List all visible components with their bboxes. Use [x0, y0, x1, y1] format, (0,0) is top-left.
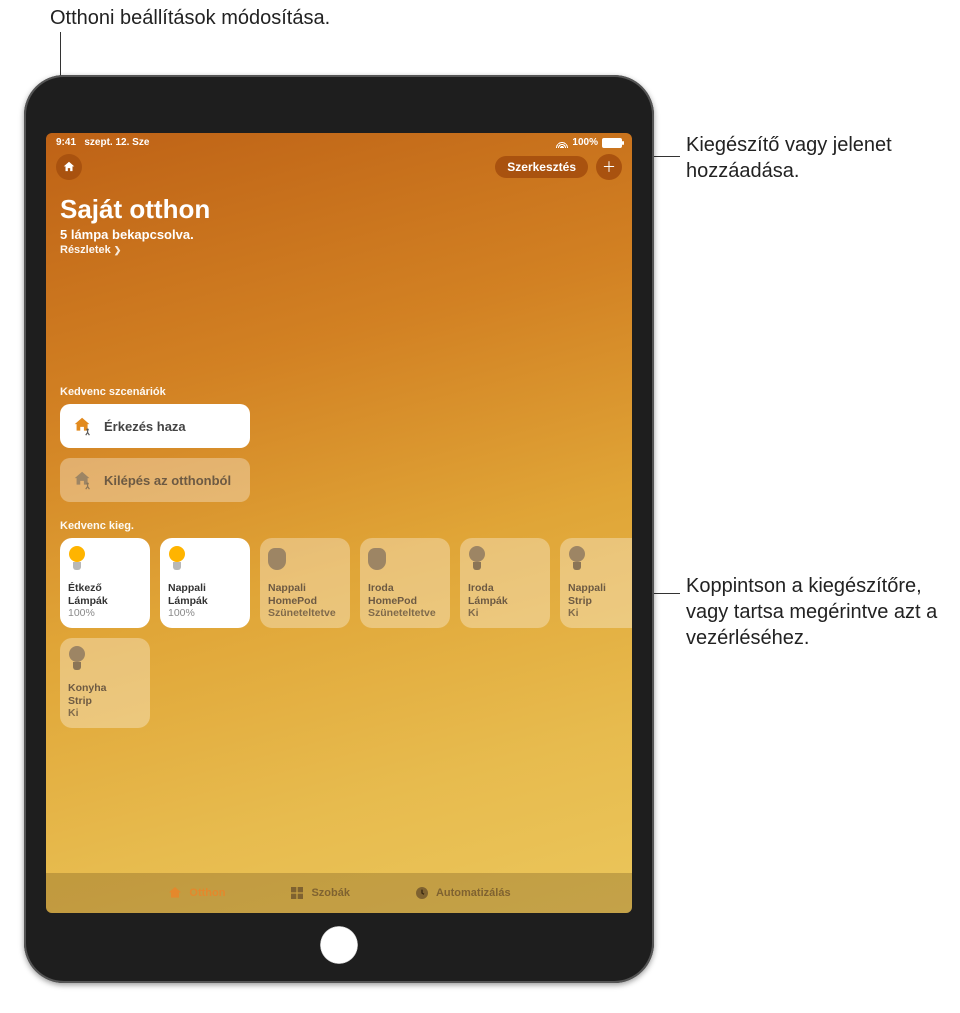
accessory-status: Szüneteltetve	[268, 607, 342, 620]
battery-icon	[602, 138, 622, 148]
rooms-icon	[289, 885, 305, 901]
tab-label: Szobák	[311, 887, 350, 899]
battery-percent: 100%	[572, 137, 598, 148]
accessory-tile[interactable]: Nappali HomePod Szüneteltetve	[260, 538, 350, 628]
bulb-icon	[468, 546, 490, 574]
accessory-tile[interactable]: Konyha Strip Ki	[60, 638, 150, 728]
accessory-tile[interactable]: Iroda Lámpák Ki	[460, 538, 550, 628]
details-label: Részletek	[60, 244, 111, 256]
add-button[interactable]: ＋	[596, 154, 622, 180]
accessory-room: Nappali	[268, 582, 342, 595]
clock-icon	[414, 885, 430, 901]
accessory-tile[interactable]: Nappali Lámpák 100%	[160, 538, 250, 628]
accessory-room: Konyha	[68, 682, 142, 695]
accessory-status: Ki	[68, 707, 142, 720]
status-time: 9:41	[56, 137, 76, 148]
status-date: szept. 12. Sze	[84, 137, 149, 148]
home-header: Saját otthon 5 lámpa bekapcsolva. Részle…	[46, 180, 632, 256]
accessory-status: 100%	[168, 607, 242, 620]
accessory-status: 100%	[68, 607, 142, 620]
accessory-room: Nappali	[568, 582, 632, 595]
scene-leave-home[interactable]: Kilépés az otthonból	[60, 458, 250, 502]
accessory-room: Iroda	[468, 582, 542, 595]
accessory-room: Étkező	[68, 582, 142, 595]
scene-label: Kilépés az otthonból	[104, 473, 231, 488]
top-nav: Szerkesztés ＋	[46, 148, 632, 180]
home-app-screen: 9:41 szept. 12. Sze 100% Szerkesztés ＋	[46, 133, 632, 913]
plus-icon: ＋	[602, 157, 616, 177]
homepod-icon	[268, 546, 290, 574]
house-person-icon	[72, 469, 94, 491]
homepod-icon	[368, 546, 390, 574]
accessory-status: Szüneteltetve	[368, 607, 442, 620]
accessory-name: HomePod	[268, 595, 342, 608]
accessory-status: Ki	[568, 607, 632, 620]
accessory-name: Strip	[68, 695, 142, 708]
callout-add: Kiegészítő vagy jelenet hozzáadása.	[686, 132, 946, 184]
section-scenes-label: Kedvenc szcenáriók	[60, 386, 618, 398]
ipad-home-button[interactable]	[317, 923, 361, 967]
accessory-name: Lámpák	[68, 595, 142, 608]
bulb-icon	[168, 546, 190, 574]
tab-label: Otthon	[189, 887, 225, 899]
accessory-name: Lámpák	[168, 595, 242, 608]
chevron-right-icon: ❯	[114, 245, 122, 256]
ipad-device: 9:41 szept. 12. Sze 100% Szerkesztés ＋	[24, 75, 654, 983]
house-icon	[167, 885, 183, 901]
tab-bar: Otthon Szobák Automatizálás	[46, 873, 632, 913]
status-right: 100%	[556, 137, 622, 148]
tab-label: Automatizálás	[436, 887, 511, 899]
accessory-name: HomePod	[368, 595, 442, 608]
house-person-icon	[72, 415, 94, 437]
page-title: Saját otthon	[60, 194, 618, 225]
accessory-room: Nappali	[168, 582, 242, 595]
scene-arrive-home[interactable]: Érkezés haza	[60, 404, 250, 448]
accessory-tile[interactable]: Étkező Lámpák 100%	[60, 538, 150, 628]
bulb-icon	[568, 546, 590, 574]
page-subtitle: 5 lámpa bekapcsolva.	[60, 227, 618, 242]
accessory-tile[interactable]: Nappali Strip Ki	[560, 538, 632, 628]
accessory-name: Strip	[568, 595, 632, 608]
accessory-name: Lámpák	[468, 595, 542, 608]
status-bar: 9:41 szept. 12. Sze 100%	[46, 133, 632, 148]
tab-rooms[interactable]: Szobák	[289, 885, 350, 901]
edit-button[interactable]: Szerkesztés	[495, 156, 588, 178]
accessory-status: Ki	[468, 607, 542, 620]
bulb-icon	[68, 546, 90, 574]
accessory-tile[interactable]: Iroda HomePod Szüneteltetve	[360, 538, 450, 628]
status-left: 9:41 szept. 12. Sze	[56, 137, 149, 148]
scene-label: Érkezés haza	[104, 419, 186, 434]
callout-accessory: Koppintson a kiegészítőre, vagy tartsa m…	[686, 573, 946, 651]
home-settings-button[interactable]	[56, 154, 82, 180]
section-accessories-label: Kedvenc kieg.	[60, 520, 618, 532]
accessory-room: Iroda	[368, 582, 442, 595]
bulb-icon	[68, 646, 90, 674]
scene-list: Érkezés haza Kilépés az otthonból	[46, 404, 632, 502]
tab-home[interactable]: Otthon	[167, 885, 225, 901]
callout-home-settings: Otthoni beállítások módosítása.	[50, 5, 330, 31]
details-link[interactable]: Részletek ❯	[60, 244, 618, 256]
accessory-grid: Étkező Lámpák 100% Nappali Lámpák 100% N…	[46, 538, 632, 728]
tab-automation[interactable]: Automatizálás	[414, 885, 511, 901]
house-icon	[62, 160, 76, 174]
wifi-icon	[556, 138, 568, 148]
